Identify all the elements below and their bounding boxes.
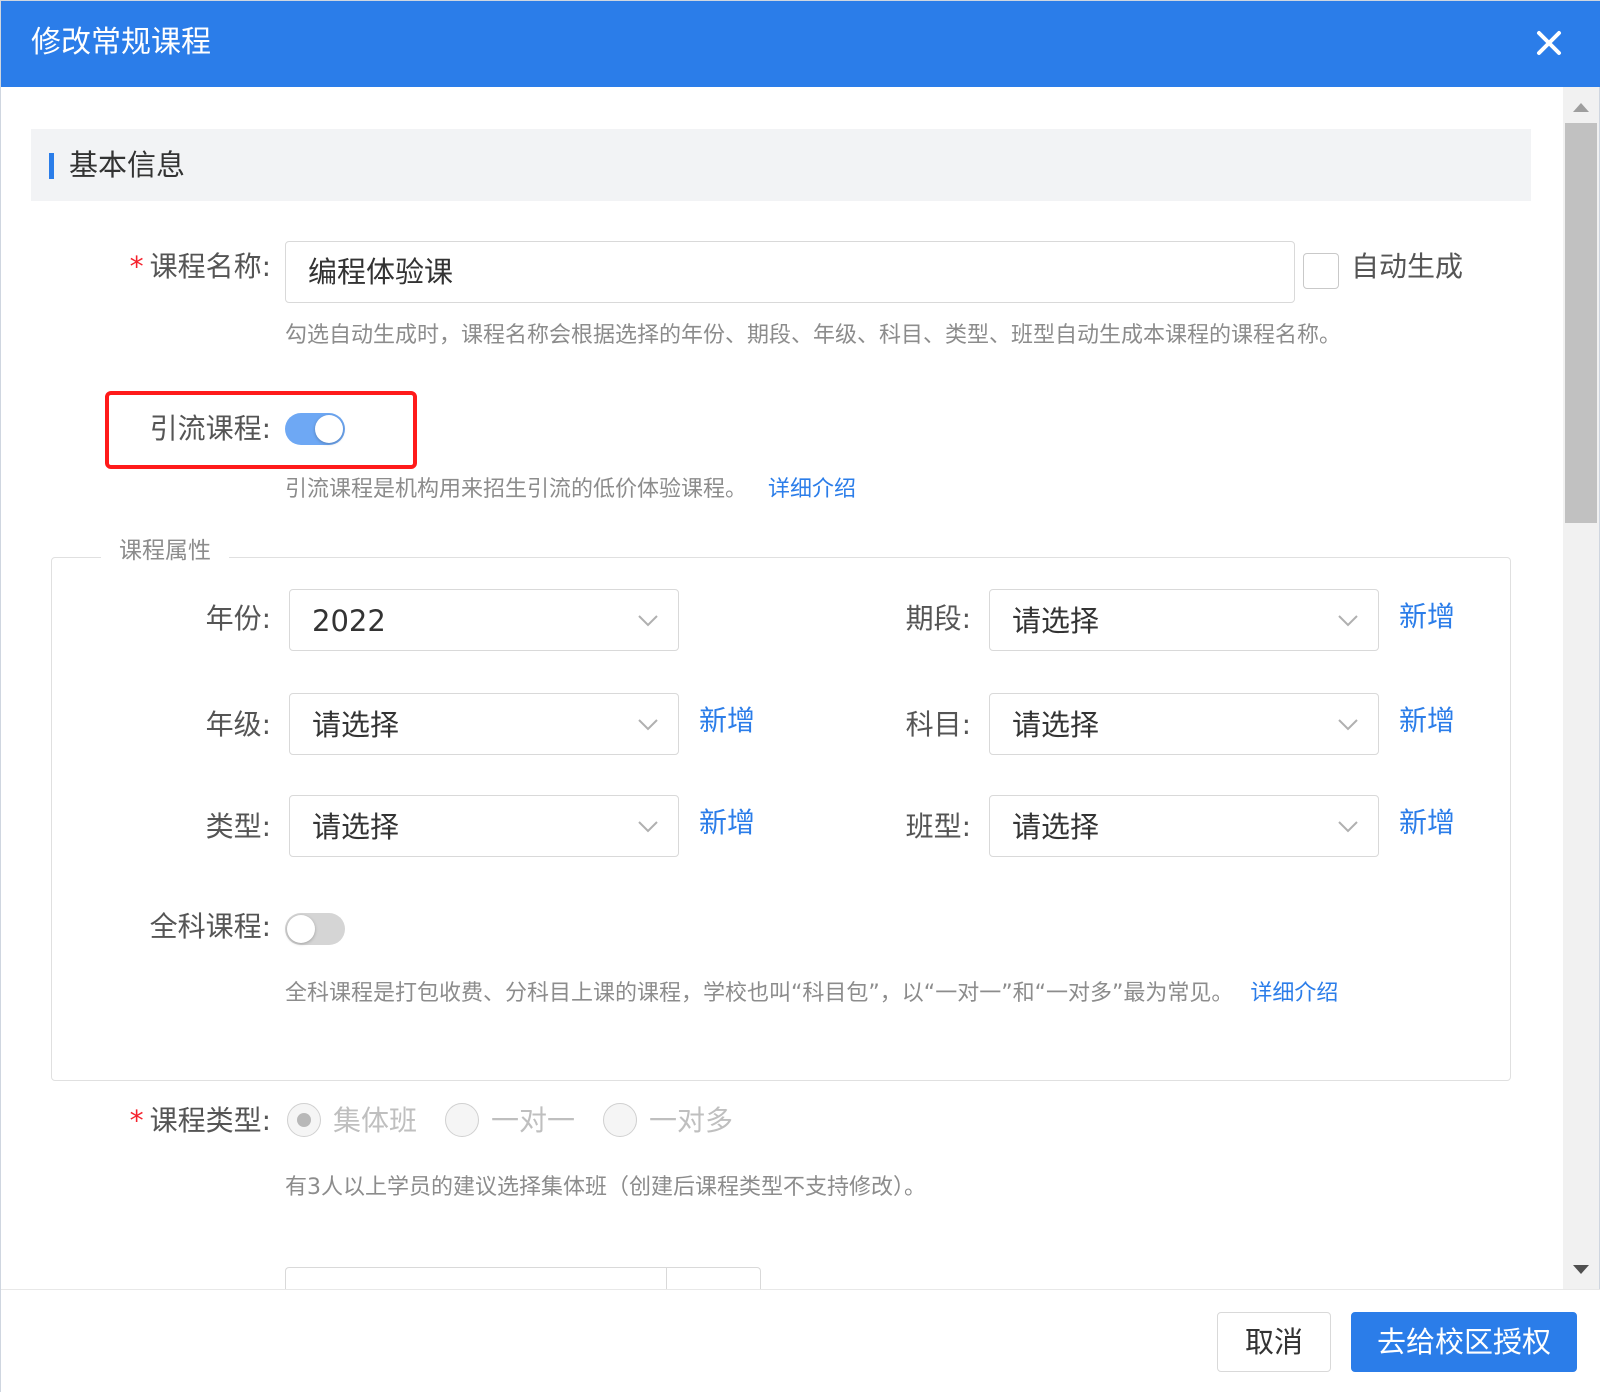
add-period-link[interactable]: 新增 — [1399, 597, 1455, 637]
lead-course-detail-link[interactable]: 详细介绍 — [768, 477, 856, 502]
full-subject-switch[interactable] — [285, 913, 345, 945]
grade-label: 年级: — [205, 708, 271, 741]
add-subject-link[interactable]: 新增 — [1399, 701, 1455, 741]
course-type-label-text: 课程类型: — [149, 1104, 271, 1137]
year-select-value: 2022 — [312, 604, 386, 638]
lead-course-hint-text: 引流课程是机构用来招生引流的低价体验课程。 — [285, 477, 748, 502]
radio-label: 集体班 — [333, 1104, 418, 1137]
full-subject-label: 全科课程: — [149, 910, 271, 943]
scroll-down-icon[interactable] — [1573, 1265, 1589, 1274]
switch-knob — [315, 415, 343, 443]
full-subject-hint: 全科课程是打包收费、分科目上课的课程，学校也叫“科目包”，以“一对一”和“一对多… — [285, 979, 1338, 1009]
chevron-down-icon — [638, 821, 658, 833]
full-subject-hint-text: 全科课程是打包收费、分科目上课的课程，学校也叫“科目包”，以“一对一”和“一对多… — [285, 981, 1234, 1006]
year-select[interactable]: 2022 — [289, 589, 679, 651]
subject-select-value: 请选择 — [1012, 708, 1100, 742]
radio-circle — [603, 1103, 637, 1137]
auto-generate-checkbox[interactable] — [1303, 253, 1339, 289]
authorize-campus-button[interactable]: 去给校区授权 — [1351, 1312, 1577, 1372]
grade-select[interactable]: 请选择 — [289, 693, 679, 755]
class-type-label: 班型: — [905, 810, 971, 843]
dialog-titlebar: 修改常规课程 — [1, 1, 1600, 87]
subject-label: 科目: — [905, 708, 971, 741]
radio-dot — [297, 1113, 311, 1127]
course-type-label: * 课程类型: — [81, 1101, 271, 1141]
dialog-title: 修改常规课程 — [31, 25, 211, 60]
scroll-up-icon[interactable] — [1573, 103, 1589, 112]
course-name-input[interactable]: 编程体验课 — [285, 241, 1295, 303]
edit-course-dialog: 修改常规课程 基本信息 * 课程名称: 编程体验课 自动生成 勾选自动生成时，课程… — [0, 0, 1600, 1392]
grade-select-value: 请选择 — [312, 708, 400, 742]
course-name-label: * 课程名称: — [81, 247, 271, 287]
course-type-hint: 有3人以上学员的建议选择集体班（创建后课程类型不支持修改）。 — [285, 1175, 926, 1200]
full-subject-detail-link[interactable]: 详细介绍 — [1250, 981, 1338, 1006]
scrollbar-thumb[interactable] — [1565, 123, 1597, 523]
add-grade-link[interactable]: 新增 — [699, 701, 755, 741]
course-name-value: 编程体验课 — [308, 255, 454, 289]
chevron-down-icon — [638, 719, 658, 731]
input-divider — [666, 1268, 667, 1289]
section-header-basic: 基本信息 — [31, 129, 1531, 201]
chevron-down-icon — [1338, 719, 1358, 731]
type-select[interactable]: 请选择 — [289, 795, 679, 857]
lead-course-hint: 引流课程是机构用来招生引流的低价体验课程。 详细介绍 — [285, 475, 856, 505]
course-name-label-text: 课程名称: — [149, 250, 271, 283]
add-class-type-link[interactable]: 新增 — [1399, 803, 1455, 843]
required-mark: * — [129, 1104, 144, 1137]
lead-course-label: 引流课程: — [149, 412, 271, 445]
cancel-button[interactable]: 取消 — [1217, 1312, 1331, 1372]
dialog-body: 基本信息 * 课程名称: 编程体验课 自动生成 勾选自动生成时，课程名称会根据选择… — [1, 87, 1563, 1289]
period-select[interactable]: 请选择 — [989, 589, 1379, 651]
year-label: 年份: — [205, 602, 271, 635]
chevron-down-icon — [1338, 821, 1358, 833]
class-type-select[interactable]: 请选择 — [989, 795, 1379, 857]
required-mark: * — [129, 250, 144, 283]
subject-select[interactable]: 请选择 — [989, 693, 1379, 755]
class-type-select-value: 请选择 — [1012, 810, 1100, 844]
radio-circle — [445, 1103, 479, 1137]
lead-course-switch[interactable] — [285, 413, 345, 445]
type-label: 类型: — [205, 810, 271, 843]
dialog-footer: 取消 去给校区授权 — [1, 1289, 1600, 1392]
section-accent-bar — [49, 153, 54, 179]
type-select-value: 请选择 — [312, 810, 400, 844]
period-label: 期段: — [905, 602, 971, 635]
section-title: 基本信息 — [69, 148, 186, 182]
course-name-hint: 勾选自动生成时，课程名称会根据选择的年份、期段、年级、科目、类型、班型自动生成本… — [285, 323, 1342, 348]
radio-circle — [287, 1103, 321, 1137]
radio-label: 一对多 — [649, 1104, 734, 1137]
add-type-link[interactable]: 新增 — [699, 803, 755, 843]
chevron-down-icon — [638, 615, 658, 627]
chevron-down-icon — [1338, 615, 1358, 627]
close-icon[interactable] — [1531, 25, 1567, 61]
course-attributes-legend: 课程属性 — [101, 535, 229, 567]
radio-label: 一对一 — [491, 1104, 576, 1137]
switch-knob — [287, 915, 315, 943]
partial-input-field[interactable] — [285, 1267, 761, 1289]
auto-generate-label[interactable]: 自动生成 — [1351, 247, 1463, 287]
radio-one-to-many[interactable]: 一对多 — [603, 1101, 743, 1141]
radio-collective[interactable]: 集体班 — [287, 1101, 427, 1141]
period-select-value: 请选择 — [1012, 604, 1100, 638]
vertical-scrollbar[interactable] — [1563, 87, 1599, 1289]
radio-one-on-one[interactable]: 一对一 — [445, 1101, 585, 1141]
